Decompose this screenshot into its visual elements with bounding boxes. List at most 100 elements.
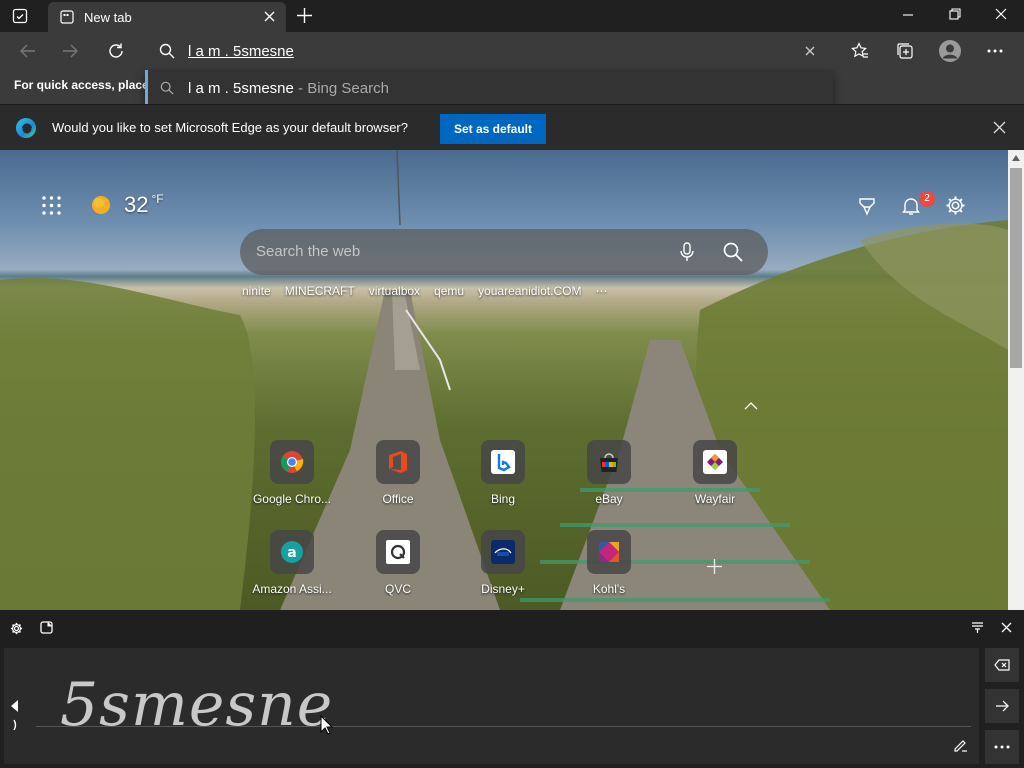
handwriting-input-area[interactable]: 5smesne (4, 648, 979, 764)
temperature-value: 32 (124, 192, 149, 217)
tile-google-chrome[interactable]: Google Chro... (249, 440, 335, 506)
notification-count-badge: 2 (919, 191, 935, 207)
favorites-bar-hint: For quick access, place y (14, 78, 145, 92)
forward-icon[interactable] (62, 43, 79, 59)
suggestion-query: l a m . 5smesne (188, 80, 294, 97)
tile-ebay[interactable]: eBay (566, 440, 652, 506)
quick-links-more-icon[interactable]: ⋯ (595, 284, 608, 298)
profile-avatar-icon[interactable] (939, 40, 961, 62)
favorites-icon[interactable] (851, 42, 869, 60)
quick-link[interactable]: virtualbox (369, 284, 420, 298)
edge-logo-icon (15, 117, 37, 139)
quick-link[interactable]: qemu (434, 284, 464, 298)
quick-links: ninite MINECRAFT virtualbox qemu youarea… (242, 284, 608, 298)
minimize-icon[interactable] (902, 9, 914, 21)
disney-plus-icon (481, 530, 525, 574)
handwriting-baseline (36, 726, 971, 727)
clear-input-icon[interactable] (805, 46, 815, 56)
microphone-icon[interactable] (680, 242, 694, 262)
address-bar-input[interactable]: l a m . 5smesne (188, 43, 294, 60)
collections-icon[interactable] (896, 42, 914, 60)
quick-link[interactable]: ninite (242, 284, 271, 298)
tile-label: Bing (490, 492, 516, 506)
weather-temperature[interactable]: 32 °F (124, 192, 164, 218)
tile-wayfair[interactable]: Wayfair (672, 440, 758, 506)
office-icon (376, 440, 420, 484)
backspace-icon (994, 659, 1010, 671)
close-infobar-icon[interactable] (993, 121, 1006, 134)
more-keys-button[interactable] (985, 730, 1019, 764)
tile-label: Office (382, 492, 414, 506)
tile-label: eBay (595, 492, 623, 506)
tile-office[interactable]: Office (355, 440, 441, 506)
suggestion-source: - Bing Search (293, 80, 389, 97)
tab-new-tab[interactable]: New tab (48, 2, 286, 32)
default-browser-message: Would you like to set Microsoft Edge as … (52, 120, 408, 135)
handwriting-panel-header (0, 610, 1024, 646)
scrollbar-thumb[interactable] (1010, 168, 1022, 368)
add-tile-icon[interactable] (707, 559, 722, 574)
new-tab-page: 32 °F 2 Search the web ninite MINECRAFT v… (0, 150, 1008, 610)
sticker-icon[interactable] (40, 621, 53, 634)
kohls-icon (587, 530, 631, 574)
page-settings-gear-icon[interactable] (945, 195, 966, 216)
tile-amazon-assistant[interactable]: a Amazon Assi... (249, 530, 335, 596)
ebay-icon (587, 440, 631, 484)
scroll-up-arrow-icon[interactable] (1012, 155, 1020, 161)
bing-icon (481, 440, 525, 484)
apps-launcher-icon[interactable] (42, 196, 61, 215)
quick-link[interactable]: youareanidiot.COM (478, 284, 581, 298)
pen-eraser-icon[interactable] (952, 736, 968, 752)
new-tab-page-icon (60, 10, 74, 24)
tab-strip: New tab (0, 0, 1024, 32)
web-search-placeholder: Search the web (256, 243, 361, 260)
mouse-pointer-icon (320, 715, 334, 735)
temperature-unit: °F (151, 192, 164, 206)
tile-label: Wayfair (694, 492, 736, 506)
tab-title: New tab (84, 10, 132, 25)
tile-label: QVC (384, 582, 411, 596)
cursor-left-arrow-icon[interactable] (10, 700, 20, 730)
address-bar[interactable]: l a m . 5smesne (145, 32, 833, 70)
handwritten-ink: 5smesne (60, 670, 334, 740)
dock-keyboard-icon[interactable] (971, 621, 984, 634)
new-tab-button[interactable] (297, 8, 312, 23)
search-icon (159, 43, 175, 59)
chevron-up-icon[interactable] (744, 402, 758, 410)
keyboard-settings-gear-icon[interactable] (10, 622, 23, 635)
restore-icon[interactable] (949, 8, 961, 20)
rewards-icon[interactable] (857, 196, 877, 216)
close-window-icon[interactable] (995, 8, 1007, 20)
tile-bing[interactable]: Bing (460, 440, 546, 506)
notifications-bell-icon[interactable] (901, 196, 921, 216)
default-browser-infobar: Would you like to set Microsoft Edge as … (0, 104, 1024, 150)
tile-qvc[interactable]: QVC (355, 530, 441, 596)
close-tab-icon[interactable] (264, 11, 275, 22)
enter-button[interactable] (985, 689, 1019, 723)
suggestion-dropdown[interactable]: l a m . 5smesne - Bing Search (145, 70, 833, 106)
sun-weather-icon (91, 195, 111, 215)
suggestion-item[interactable]: l a m . 5smesne - Bing Search (188, 80, 389, 97)
more-keys-icon (994, 745, 1010, 749)
back-icon[interactable] (19, 43, 36, 59)
close-keyboard-icon[interactable] (1001, 622, 1012, 633)
tile-label: Disney+ (481, 582, 525, 596)
more-options-icon[interactable] (987, 49, 1003, 53)
svg-text:a: a (287, 545, 296, 561)
enter-arrow-icon (995, 700, 1009, 712)
set-as-default-button[interactable]: Set as default (440, 114, 546, 144)
web-search-box[interactable]: Search the web (240, 229, 768, 275)
tab-actions-icon[interactable] (12, 8, 28, 24)
tile-label: Google Chro... (252, 492, 332, 506)
wayfair-icon (693, 440, 737, 484)
web-search-icon[interactable] (723, 242, 743, 262)
backspace-button[interactable] (985, 648, 1019, 682)
chrome-icon (270, 440, 314, 484)
quick-link[interactable]: MINECRAFT (285, 284, 355, 298)
tile-disney-plus[interactable]: Disney+ (460, 530, 546, 596)
tile-label: Amazon Assi... (252, 582, 332, 596)
refresh-icon[interactable] (107, 42, 125, 60)
qvc-icon (376, 530, 420, 574)
tile-label: Kohl's (592, 582, 626, 596)
tile-kohls[interactable]: Kohl's (566, 530, 652, 596)
